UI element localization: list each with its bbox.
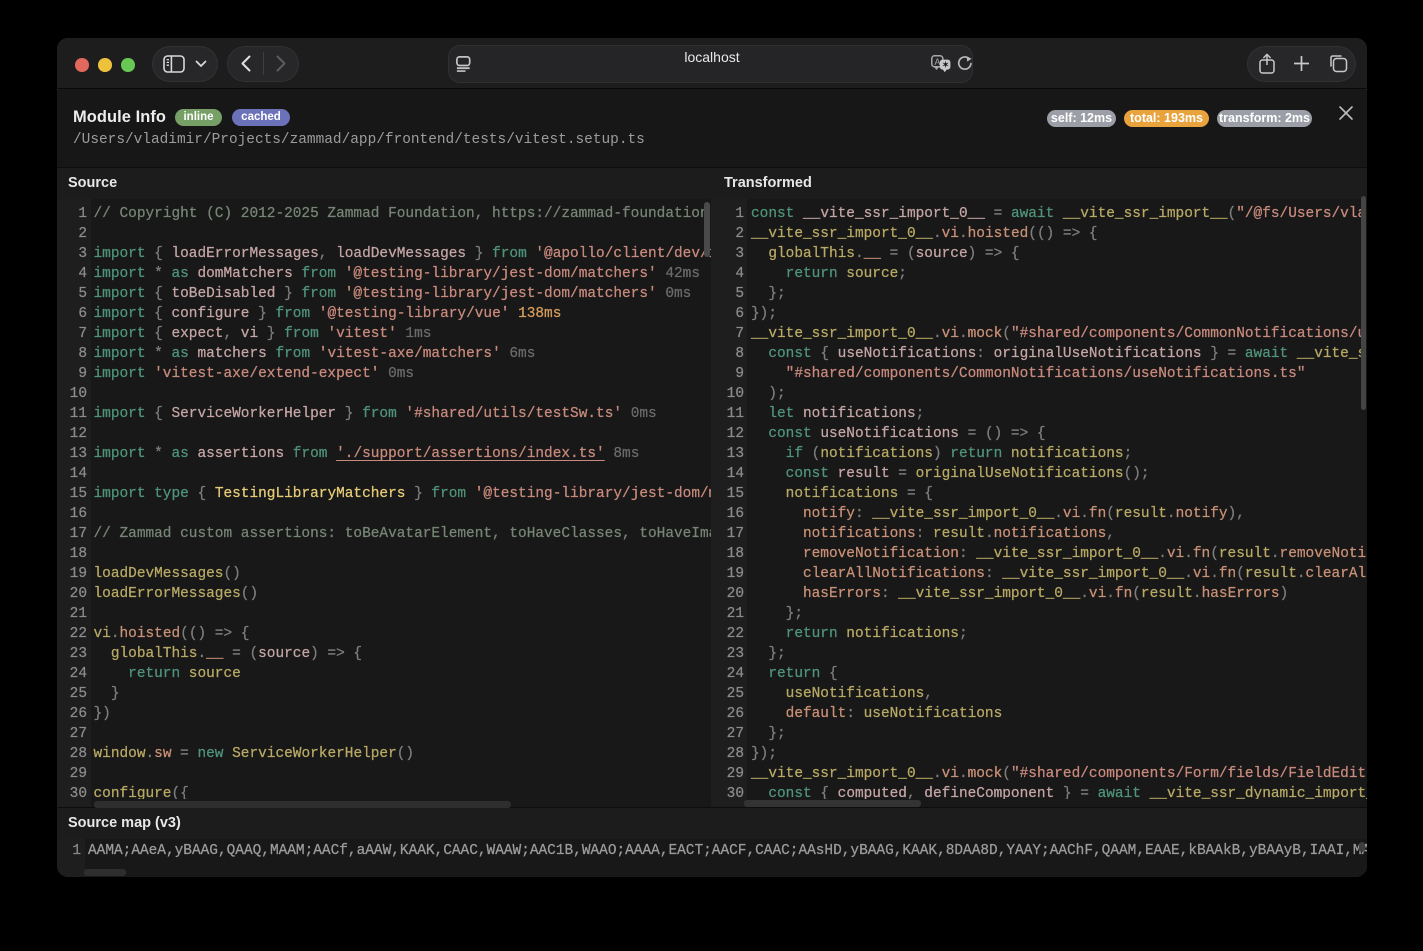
svg-text:✶: ✶: [942, 60, 949, 70]
svg-text:A: A: [934, 57, 940, 67]
